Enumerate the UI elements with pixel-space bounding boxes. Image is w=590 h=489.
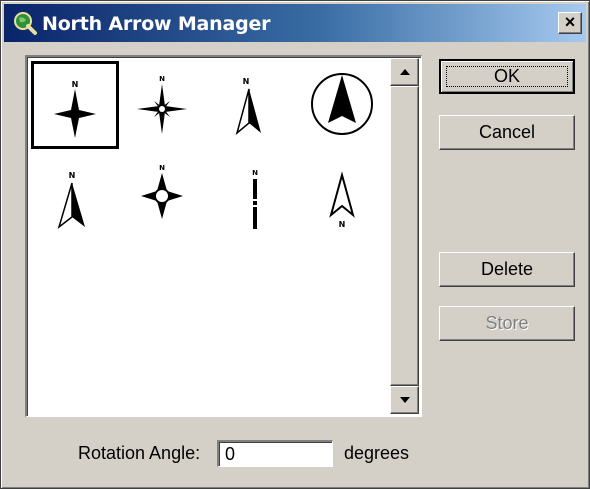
gallery-item[interactable]: N <box>121 61 209 149</box>
north-arrow-manager-dialog: North Arrow Manager × N N N N N N N OK C… <box>0 0 590 489</box>
north-arrow-split-arrow-small-icon: N <box>57 171 85 230</box>
delete-button[interactable]: Delete <box>439 252 575 287</box>
title-bar[interactable]: North Arrow Manager × <box>4 4 586 42</box>
rotation-angle-label: Rotation Angle: <box>78 443 201 463</box>
gallery-item[interactable]: N <box>121 153 209 241</box>
north-arrow-circle-arrowhead-icon <box>311 73 373 135</box>
svg-text:N: N <box>159 164 165 172</box>
gallery-item[interactable]: N <box>301 153 389 241</box>
gallery-item[interactable]: N <box>211 153 299 241</box>
gallery-item[interactable]: N <box>211 61 299 149</box>
rotation-angle-input[interactable] <box>217 440 333 467</box>
gallery-item[interactable]: N <box>31 153 119 241</box>
svg-text:N: N <box>339 220 346 229</box>
store-button[interactable]: Store <box>439 306 575 341</box>
north-arrow-8-point-compass-rose-icon: N <box>137 75 187 134</box>
scroll-down-button[interactable] <box>390 386 419 414</box>
svg-text:N: N <box>243 77 250 86</box>
svg-text:N: N <box>69 171 76 180</box>
window-title: North Arrow Manager <box>42 13 271 35</box>
close-icon: × <box>564 12 576 32</box>
north-arrow-outline-arrowhead-icon: N <box>329 171 355 229</box>
store-button-label: Store <box>485 313 529 333</box>
arrow-up-icon <box>400 69 410 75</box>
app-globe-icon <box>14 12 37 35</box>
north-arrow-thin-bar-icon: N <box>252 169 258 229</box>
svg-text:N: N <box>159 75 165 83</box>
vertical-scrollbar[interactable] <box>390 58 419 414</box>
gallery-item[interactable] <box>301 61 389 149</box>
ok-button[interactable]: OK <box>439 59 575 94</box>
north-arrow-4-point-star-icon: N <box>54 80 96 138</box>
delete-button-label: Delete <box>480 259 534 279</box>
north-arrow-diamond-compass-icon: N <box>141 164 183 219</box>
north-arrow-split-arrowhead-icon: N <box>235 77 261 136</box>
scroll-up-button[interactable] <box>390 58 419 86</box>
svg-text:N: N <box>72 80 79 89</box>
scroll-thumb[interactable] <box>390 86 419 386</box>
close-button[interactable]: × <box>558 12 582 34</box>
degrees-label: degrees <box>344 443 410 463</box>
focus-rectangle <box>446 66 568 87</box>
gallery-item[interactable]: N <box>31 61 119 149</box>
arrow-down-icon <box>400 397 410 403</box>
svg-text:N: N <box>252 169 258 177</box>
north-arrow-gallery[interactable]: N N N N N N N <box>25 55 422 417</box>
cancel-button-label: Cancel <box>478 122 536 142</box>
cancel-button[interactable]: Cancel <box>439 115 575 150</box>
